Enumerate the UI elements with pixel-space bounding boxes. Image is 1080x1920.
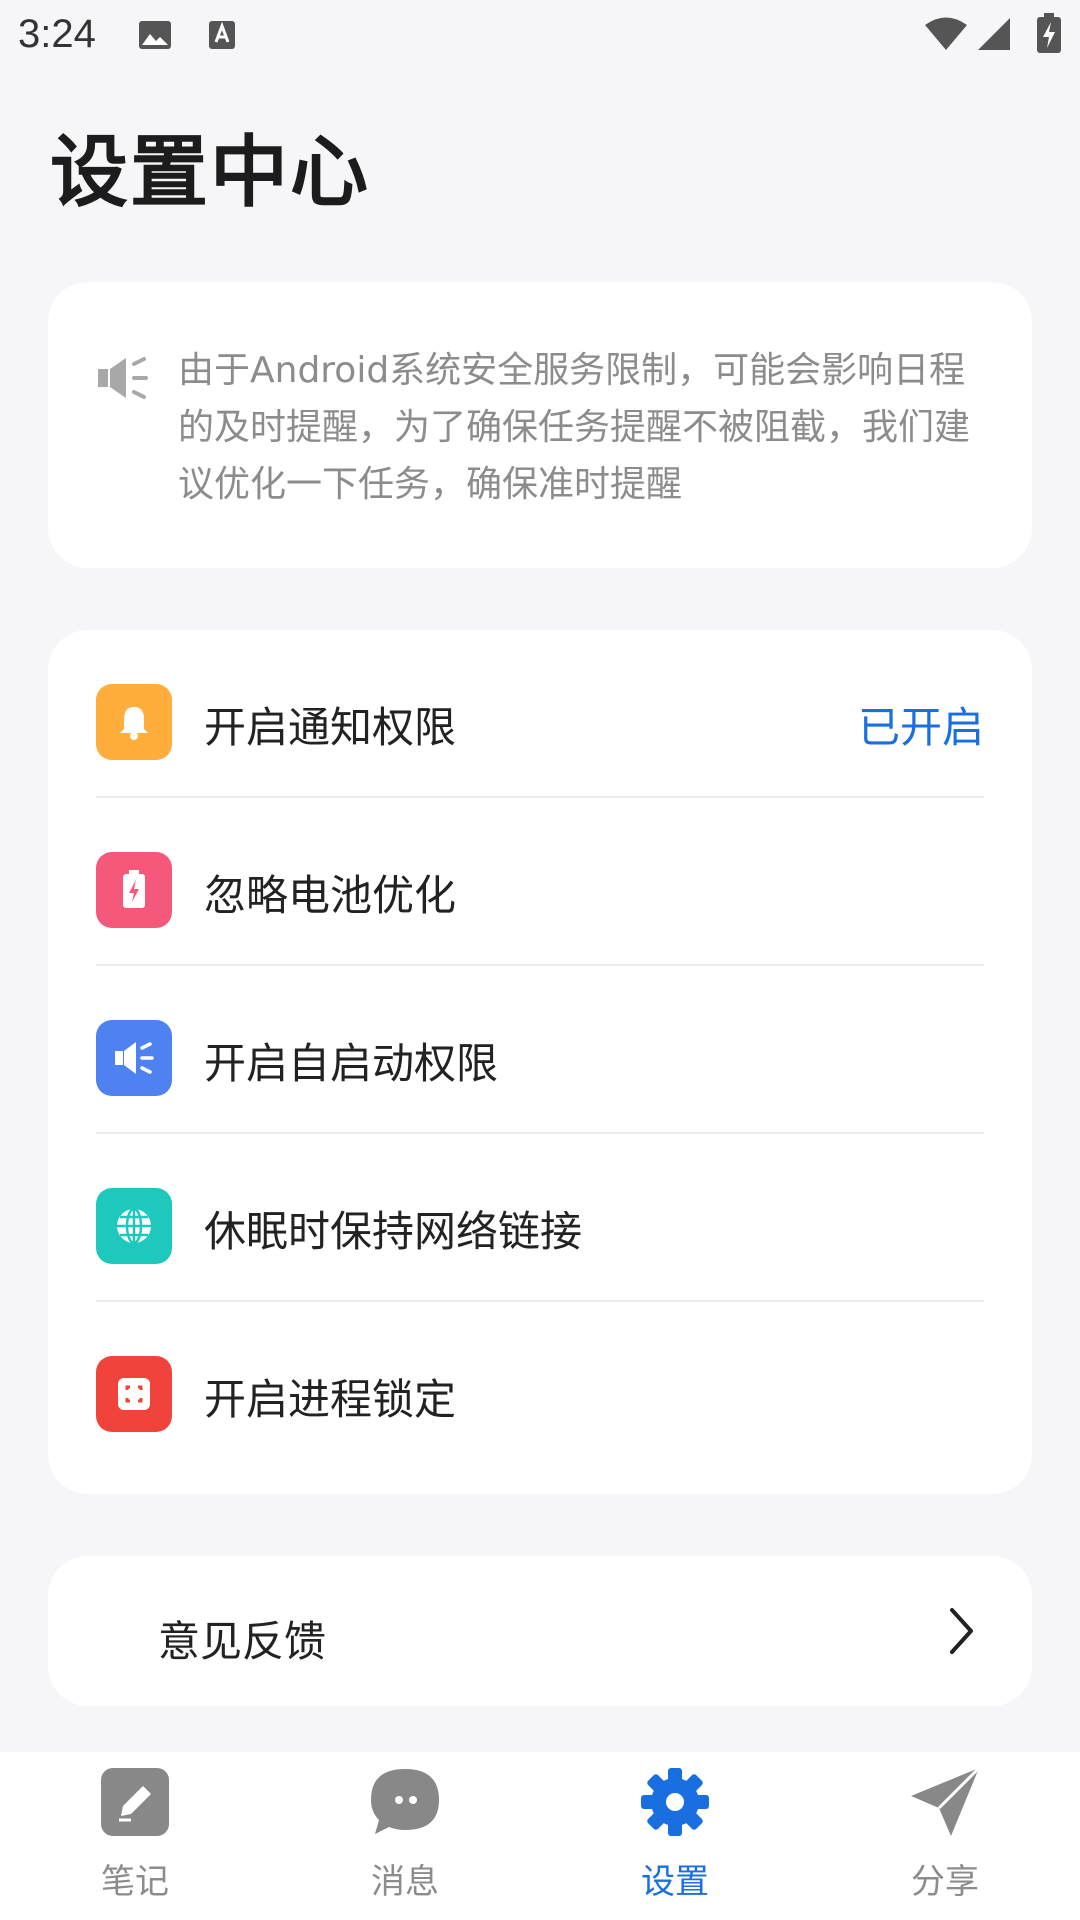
permission-item-network[interactable]: 休眠时保持网络链接 [96, 1134, 984, 1302]
permission-item-battery[interactable]: 忽略电池优化 [96, 798, 984, 966]
bottom-tab-bar: 笔记 消息 设置 分享 [0, 1752, 1080, 1920]
lock-frame-icon [96, 1356, 172, 1432]
tab-messages[interactable]: 消息 [270, 1752, 540, 1920]
keyboard-notification-icon [208, 20, 236, 54]
status-bar: 3:24 [0, 0, 1080, 72]
feedback-label: 意见反馈 [158, 1617, 327, 1666]
tab-label: 笔记 [101, 1862, 169, 1902]
permission-item-process-lock[interactable]: 开启进程锁定 [96, 1302, 984, 1470]
wifi-icon [924, 16, 968, 56]
status-badge: 已开启 [857, 703, 984, 752]
tab-settings[interactable]: 设置 [540, 1752, 810, 1920]
chevron-right-icon [946, 1606, 976, 1660]
edit-icon [99, 1766, 171, 1838]
cell-signal-icon [976, 16, 1012, 56]
notice-card: 由于Android系统安全服务限制，可能会影响日程的及时提醒，为了确保任务提醒不… [48, 282, 1032, 568]
feedback-button[interactable]: 意见反馈 [48, 1556, 1032, 1706]
status-time: 3:24 [18, 12, 96, 56]
gear-icon [639, 1766, 711, 1838]
tab-label: 分享 [911, 1862, 979, 1902]
permission-label: 开启自启动权限 [204, 1039, 499, 1088]
permission-label: 休眠时保持网络链接 [204, 1207, 583, 1256]
globe-icon [96, 1188, 172, 1264]
bell-icon [96, 684, 172, 760]
permission-label: 开启通知权限 [204, 703, 457, 752]
tab-notes[interactable]: 笔记 [0, 1752, 270, 1920]
permission-item-autostart[interactable]: 开启自启动权限 [96, 966, 984, 1134]
send-icon [909, 1766, 981, 1838]
permission-label: 开启进程锁定 [204, 1375, 457, 1424]
permission-label: 忽略电池优化 [204, 871, 457, 920]
battery-status-icon [1036, 12, 1062, 58]
speaker-icon [96, 354, 150, 406]
tab-label: 设置 [641, 1862, 709, 1902]
permission-item-notification[interactable]: 开启通知权限 已开启 [96, 630, 984, 798]
tab-share[interactable]: 分享 [810, 1752, 1080, 1920]
speaker-icon [96, 1020, 172, 1096]
tab-label: 消息 [371, 1862, 439, 1902]
notice-text: 由于Android系统安全服务限制，可能会影响日程的及时提醒，为了确保任务提醒不… [178, 350, 971, 505]
image-notification-icon [138, 20, 172, 54]
battery-icon [96, 852, 172, 928]
chat-icon [369, 1766, 441, 1838]
permissions-card: 开启通知权限 已开启 忽略电池优化 开启自启动权限 休眠时保持网络链接 开启进程… [48, 630, 1032, 1494]
page-title: 设置中心 [50, 128, 371, 218]
